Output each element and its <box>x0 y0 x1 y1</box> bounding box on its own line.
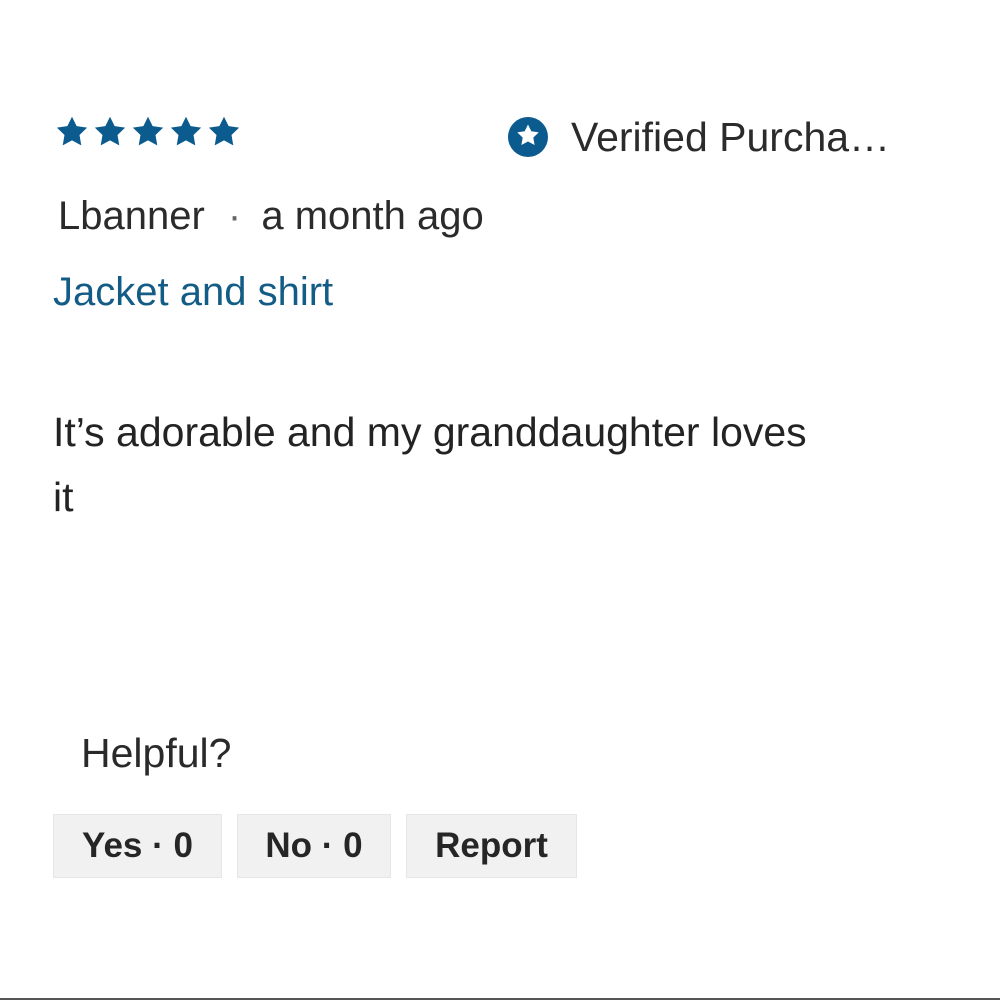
author-name: Lbanner <box>58 194 205 238</box>
star-icon <box>206 114 242 150</box>
star-rating <box>54 114 242 150</box>
verified-purchase-label: Verified Purcha… <box>571 114 891 160</box>
review-card: Verified Purcha… Lbanner · a month ago J… <box>0 0 1000 1000</box>
review-title-link[interactable]: Jacket and shirt <box>53 268 333 316</box>
meta-separator: · <box>227 194 242 238</box>
helpful-actions: Yes · 0 No · 0 Report <box>53 814 577 878</box>
star-icon <box>168 114 204 150</box>
verified-purchase-badge[interactable]: Verified Purcha… <box>507 113 947 161</box>
star-icon <box>92 114 128 150</box>
review-meta: Lbanner · a month ago <box>58 192 484 240</box>
review-body: It’s adorable and my granddaughter loves… <box>53 409 807 520</box>
verified-star-icon <box>507 116 549 158</box>
helpful-yes-button[interactable]: Yes · 0 <box>53 814 222 878</box>
star-icon <box>54 114 90 150</box>
review-date: a month ago <box>261 194 484 238</box>
helpful-prompt: Helpful? <box>81 730 232 776</box>
helpful-no-button[interactable]: No · 0 <box>237 814 391 878</box>
star-icon <box>130 114 166 150</box>
report-button[interactable]: Report <box>406 814 577 878</box>
